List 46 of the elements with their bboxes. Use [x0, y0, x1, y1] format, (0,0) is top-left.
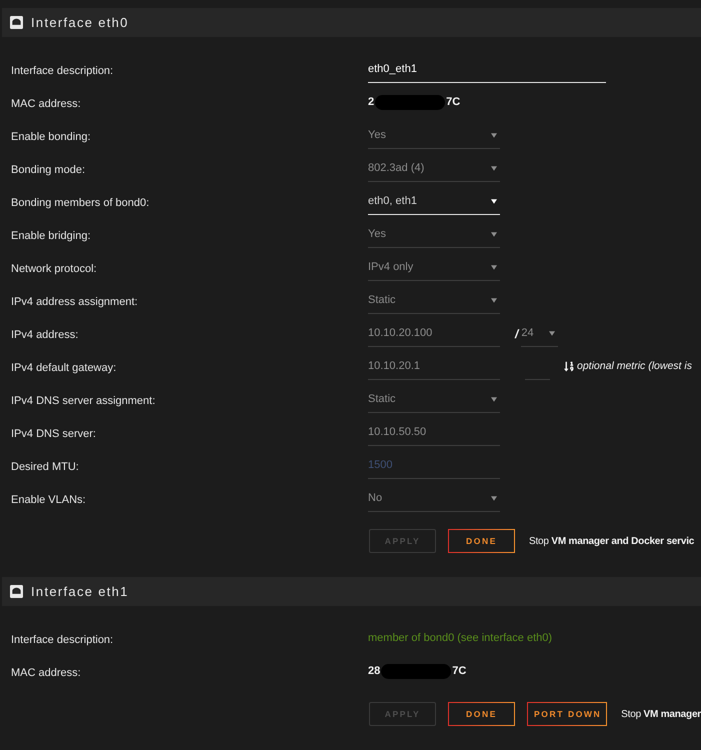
field-label: IPv4 default gateway: — [11, 362, 116, 374]
mac-address-text: 7C — [452, 664, 466, 680]
caret-icon — [491, 264, 497, 270]
field-label: IPv4 DNS server: — [11, 428, 96, 440]
field-label: Enable bridging: — [11, 230, 91, 242]
field-label: Enable bonding: — [11, 130, 91, 142]
field-label: Network protocol: — [11, 262, 97, 274]
redaction-mark — [381, 664, 452, 679]
caret-icon — [491, 166, 497, 170]
sort-numeric-icon — [564, 361, 574, 372]
action-button[interactable]: DONE — [448, 702, 515, 726]
mac-address-text: 28 — [368, 664, 380, 680]
caret-icon — [491, 496, 497, 500]
caret-icon — [491, 232, 497, 236]
field-label: MAC address: — [11, 98, 81, 110]
field-label: Interface description: — [11, 634, 114, 646]
caret-icon — [549, 330, 556, 336]
member-note: member of bond0 (see interface eth0) — [368, 631, 552, 646]
field-label: MAC address: — [11, 666, 81, 678]
network-port-icon — [10, 585, 23, 598]
mac-address-text: 2 — [368, 95, 374, 110]
select-field[interactable]: eth0, eth1 — [368, 188, 500, 215]
field-label: Desired MTU: — [11, 460, 79, 472]
action-button[interactable]: PORT DOWN — [527, 702, 608, 726]
field-label: Enable VLANs: — [11, 494, 86, 506]
caret-icon — [491, 298, 497, 302]
field-label: Bonding mode: — [11, 164, 85, 176]
metric-hint: optional metric (lowest is — [577, 358, 692, 374]
field-label: IPv4 address assignment: — [11, 296, 138, 308]
notice-text: Stop VM manager and Docker servic — [529, 534, 694, 548]
field-label: IPv4 DNS server assignment: — [11, 394, 156, 406]
description-input[interactable]: eth0_eth1 — [368, 56, 606, 83]
section-title: Interface eth1 — [31, 582, 129, 601]
mac-address-text: 7C — [446, 95, 460, 110]
field-label: Bonding members of bond0: — [11, 196, 150, 208]
separator-text: / — [515, 326, 518, 342]
caret-icon — [491, 198, 497, 204]
action-button[interactable]: DONE — [448, 529, 515, 553]
caret-icon — [491, 396, 497, 402]
section-title: Interface eth0 — [31, 14, 129, 32]
redaction-mark — [375, 95, 446, 110]
caret-icon — [491, 132, 497, 138]
network-port-icon — [10, 16, 23, 29]
field-label: IPv4 address: — [11, 328, 78, 340]
notice-text: Stop VM manager — [621, 708, 701, 722]
field-label: Interface description: — [11, 64, 114, 76]
